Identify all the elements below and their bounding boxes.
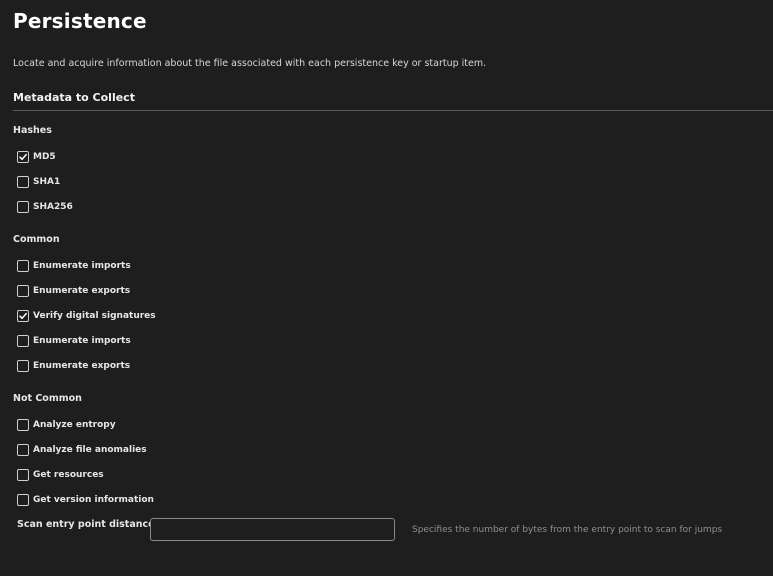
checkbox[interactable] — [17, 176, 29, 188]
checkbox[interactable] — [17, 285, 29, 297]
option-label: Get version information — [33, 495, 154, 505]
scan-entry-point-distance-label: Scan entry point distance: — [17, 519, 159, 530]
option-label: Enumerate imports — [33, 336, 131, 346]
option-analyze-file-anomalies[interactable]: Analyze file anomalies — [17, 443, 147, 457]
option-label: Analyze entropy — [33, 420, 116, 430]
checkbox[interactable] — [17, 419, 29, 431]
checkbox[interactable] — [17, 201, 29, 213]
checkbox[interactable] — [17, 444, 29, 456]
option-label: Enumerate exports — [33, 286, 131, 296]
scan-entry-point-distance-input[interactable] — [150, 518, 395, 541]
option-label: Enumerate exports — [33, 361, 131, 371]
option-enumerate-imports[interactable]: Enumerate imports — [17, 259, 131, 273]
page-title: Persistence — [13, 9, 147, 33]
group-label-not-common: Not Common — [13, 393, 82, 404]
option-enumerate-exports-2[interactable]: Enumerate exports — [17, 359, 130, 373]
section-title: Metadata to Collect — [13, 91, 135, 104]
checkbox[interactable] — [17, 260, 29, 272]
scan-entry-point-distance-hint: Specifies the number of bytes from the e… — [412, 525, 723, 535]
option-md5[interactable]: MD5 — [17, 150, 56, 164]
checkmark-icon — [19, 312, 27, 320]
option-label: SHA256 — [33, 202, 73, 212]
option-enumerate-imports-2[interactable]: Enumerate imports — [17, 334, 131, 348]
checkbox[interactable] — [17, 360, 29, 372]
checkbox[interactable] — [17, 310, 29, 322]
group-label-hashes: Hashes — [13, 125, 52, 136]
checkbox[interactable] — [17, 494, 29, 506]
option-enumerate-exports[interactable]: Enumerate exports — [17, 284, 130, 298]
checkbox[interactable] — [17, 469, 29, 481]
option-label: SHA1 — [33, 177, 61, 187]
option-sha256[interactable]: SHA256 — [17, 200, 73, 214]
option-label: Get resources — [33, 470, 104, 480]
section-divider — [13, 110, 773, 111]
option-label: MD5 — [33, 152, 56, 162]
checkmark-icon — [19, 153, 27, 161]
checkbox[interactable] — [17, 335, 29, 347]
checkbox[interactable] — [17, 151, 29, 163]
page-description: Locate and acquire information about the… — [13, 58, 487, 69]
option-get-resources[interactable]: Get resources — [17, 468, 104, 482]
option-sha1[interactable]: SHA1 — [17, 175, 60, 189]
option-get-version-information[interactable]: Get version information — [17, 493, 154, 507]
persistence-page: Persistence Locate and acquire informati… — [0, 0, 773, 576]
option-analyze-entropy[interactable]: Analyze entropy — [17, 418, 116, 432]
option-label: Analyze file anomalies — [33, 445, 147, 455]
option-label: Enumerate imports — [33, 261, 131, 271]
group-label-common: Common — [13, 234, 60, 245]
option-label: Verify digital signatures — [33, 311, 156, 321]
option-verify-digital-signatures[interactable]: Verify digital signatures — [17, 309, 156, 323]
